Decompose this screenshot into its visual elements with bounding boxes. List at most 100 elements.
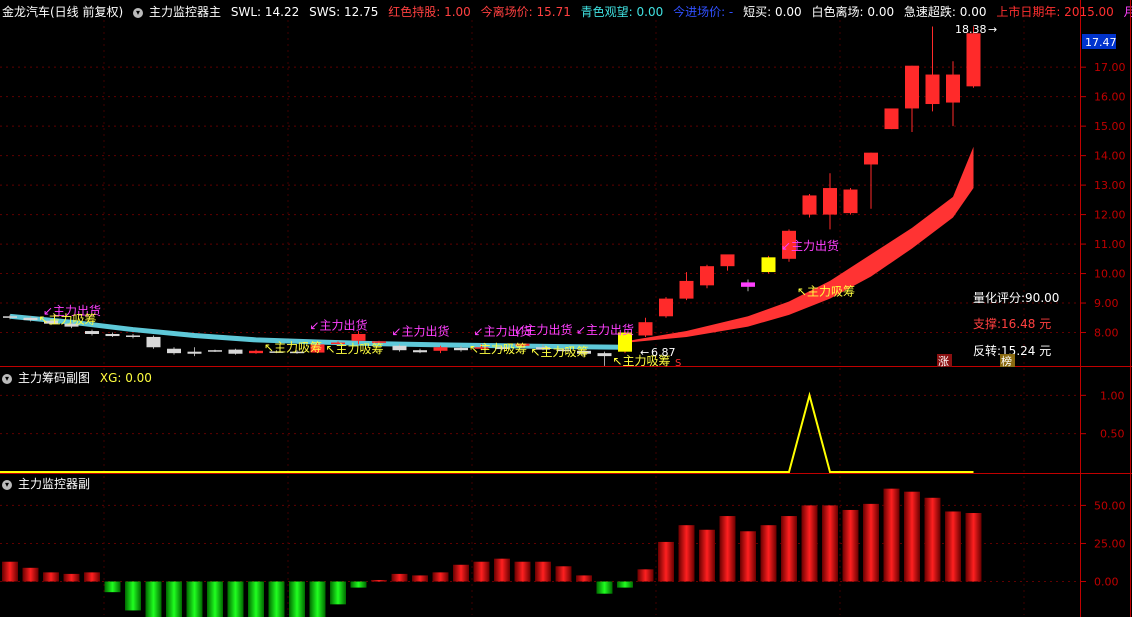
rank-badge: 榜	[1001, 354, 1012, 368]
monitor-bar	[391, 573, 408, 582]
sub1-tick-label: 0.50	[1100, 428, 1125, 441]
monitor-bar	[760, 525, 777, 582]
monitor-bar	[965, 513, 982, 582]
monitor-bar	[453, 564, 469, 582]
support-label: 支撑:16.48 元	[973, 316, 1051, 331]
candle-body	[249, 350, 263, 354]
candle-body	[741, 282, 755, 287]
monitor-bar	[842, 509, 859, 582]
monitor-bar	[186, 581, 203, 617]
monitor-bar	[22, 567, 39, 582]
high-price-label: 18.38	[955, 23, 987, 36]
chart-stage: 金龙汽车(日线 前复权) ▾ 主力监控器主 SWL: 14.22 SWS: 12.…	[0, 0, 1132, 617]
candle-body	[351, 333, 366, 341]
sub2-tick-label: 25.00	[1094, 537, 1126, 550]
monitor-bar	[699, 529, 715, 582]
monitor-bar	[678, 525, 695, 582]
candle-body	[167, 348, 181, 354]
low-price-label: 6.87	[651, 346, 676, 359]
candle-body	[454, 347, 468, 351]
in-signal-label: ↖主力吸筹	[264, 341, 322, 355]
monitor-bar	[555, 566, 572, 582]
monitor-bar	[904, 491, 920, 582]
in-signal-label: ↖主力吸筹	[326, 342, 384, 356]
monitor-bar	[248, 581, 264, 617]
monitor-bar	[104, 581, 121, 593]
monitor-bar	[432, 572, 449, 582]
candle-body	[208, 350, 222, 352]
monitor-bar	[371, 579, 387, 582]
candle-body	[3, 316, 17, 318]
monitor-bar	[596, 581, 613, 594]
monitor-bar	[412, 575, 428, 582]
in-signal-label: ↖主力吸筹	[469, 342, 527, 356]
monitor-bar	[63, 573, 80, 582]
in-signal-label: ↖主力吸筹	[531, 345, 589, 359]
last-price-label: 17.47	[1085, 36, 1117, 49]
sub1-tick-label: 1.00	[1100, 389, 1125, 402]
out-signal-label: ↙主力出货	[576, 322, 634, 337]
candle-body	[679, 280, 694, 299]
candle-body	[946, 74, 960, 103]
candle-body	[126, 335, 140, 337]
out-signal-label: ↙主力出货	[310, 318, 368, 333]
candle-body	[659, 298, 673, 317]
price-tick-label: 9.00	[1094, 297, 1119, 310]
monitor-bar	[576, 575, 592, 582]
monitor-bar	[514, 561, 531, 582]
in-signal-label: ↖主力吸筹	[797, 285, 855, 299]
candle-body	[864, 152, 878, 165]
price-tick-label: 14.00	[1094, 150, 1126, 163]
low-arrow: ←	[640, 346, 649, 359]
candle-body	[823, 188, 837, 215]
candle-body	[761, 257, 776, 273]
monitor-bar	[473, 561, 490, 582]
candle-body	[700, 266, 714, 286]
monitor-bar	[740, 531, 756, 582]
price-tick-label: 13.00	[1094, 179, 1126, 192]
price-tick-label: 17.00	[1094, 61, 1126, 74]
monitor-bar	[309, 581, 326, 617]
monitor-bar	[330, 581, 346, 605]
monitor-bar	[166, 581, 182, 617]
candle-body	[843, 189, 858, 214]
axis-labels: 17.00 16.00 15.00 14.00 13.00 12.00 11.00 10.00…	[1080, 61, 1126, 589]
monitor-bar	[924, 497, 941, 582]
candle-body	[392, 345, 407, 351]
price-tick-label: 12.00	[1094, 209, 1126, 222]
candle-body	[413, 350, 427, 353]
monitor-bar	[637, 569, 654, 582]
monitor-bar	[658, 541, 674, 582]
panel-frames	[0, 0, 1132, 617]
candle-body	[85, 331, 99, 334]
up-badge: 涨	[938, 355, 949, 368]
score-label: 量化评分:90.00	[973, 291, 1059, 305]
monitor-bar	[863, 503, 879, 582]
monitor-bar	[145, 581, 162, 617]
candle-body	[228, 349, 243, 354]
monitor-bar	[535, 561, 551, 582]
chart-canvas: ↙主力出货↙主力出货 ↙主力出货 ↙主力出货↙主力出货 ↙主力出货↙主力出货↖主力吸筹…	[0, 0, 1132, 617]
out-signal-label: ↙主力出货	[392, 323, 450, 338]
monitor-bar	[84, 572, 100, 582]
price-tick-label: 10.00	[1094, 268, 1126, 281]
candle-body	[105, 333, 120, 337]
candle-body	[925, 74, 940, 105]
price-tick-label: 11.00	[1094, 238, 1126, 251]
candle-body	[597, 353, 612, 357]
candle-body	[884, 108, 899, 130]
candles-group	[3, 26, 981, 366]
monitor-bar	[350, 581, 367, 588]
in-signal-label: ↖主力吸筹	[39, 313, 97, 327]
out-signal-label: ↙主力出货	[781, 238, 839, 253]
monitor-bar	[43, 572, 59, 582]
monitor-bar	[945, 511, 961, 582]
candle-body	[638, 322, 653, 336]
monitor-bar	[822, 505, 838, 582]
candle-body	[802, 195, 817, 215]
monitor-bar	[289, 581, 305, 617]
monitor-bar	[617, 581, 633, 588]
monitor-bar	[719, 516, 736, 582]
candle-body	[23, 317, 38, 321]
monitor-bar	[207, 581, 223, 617]
